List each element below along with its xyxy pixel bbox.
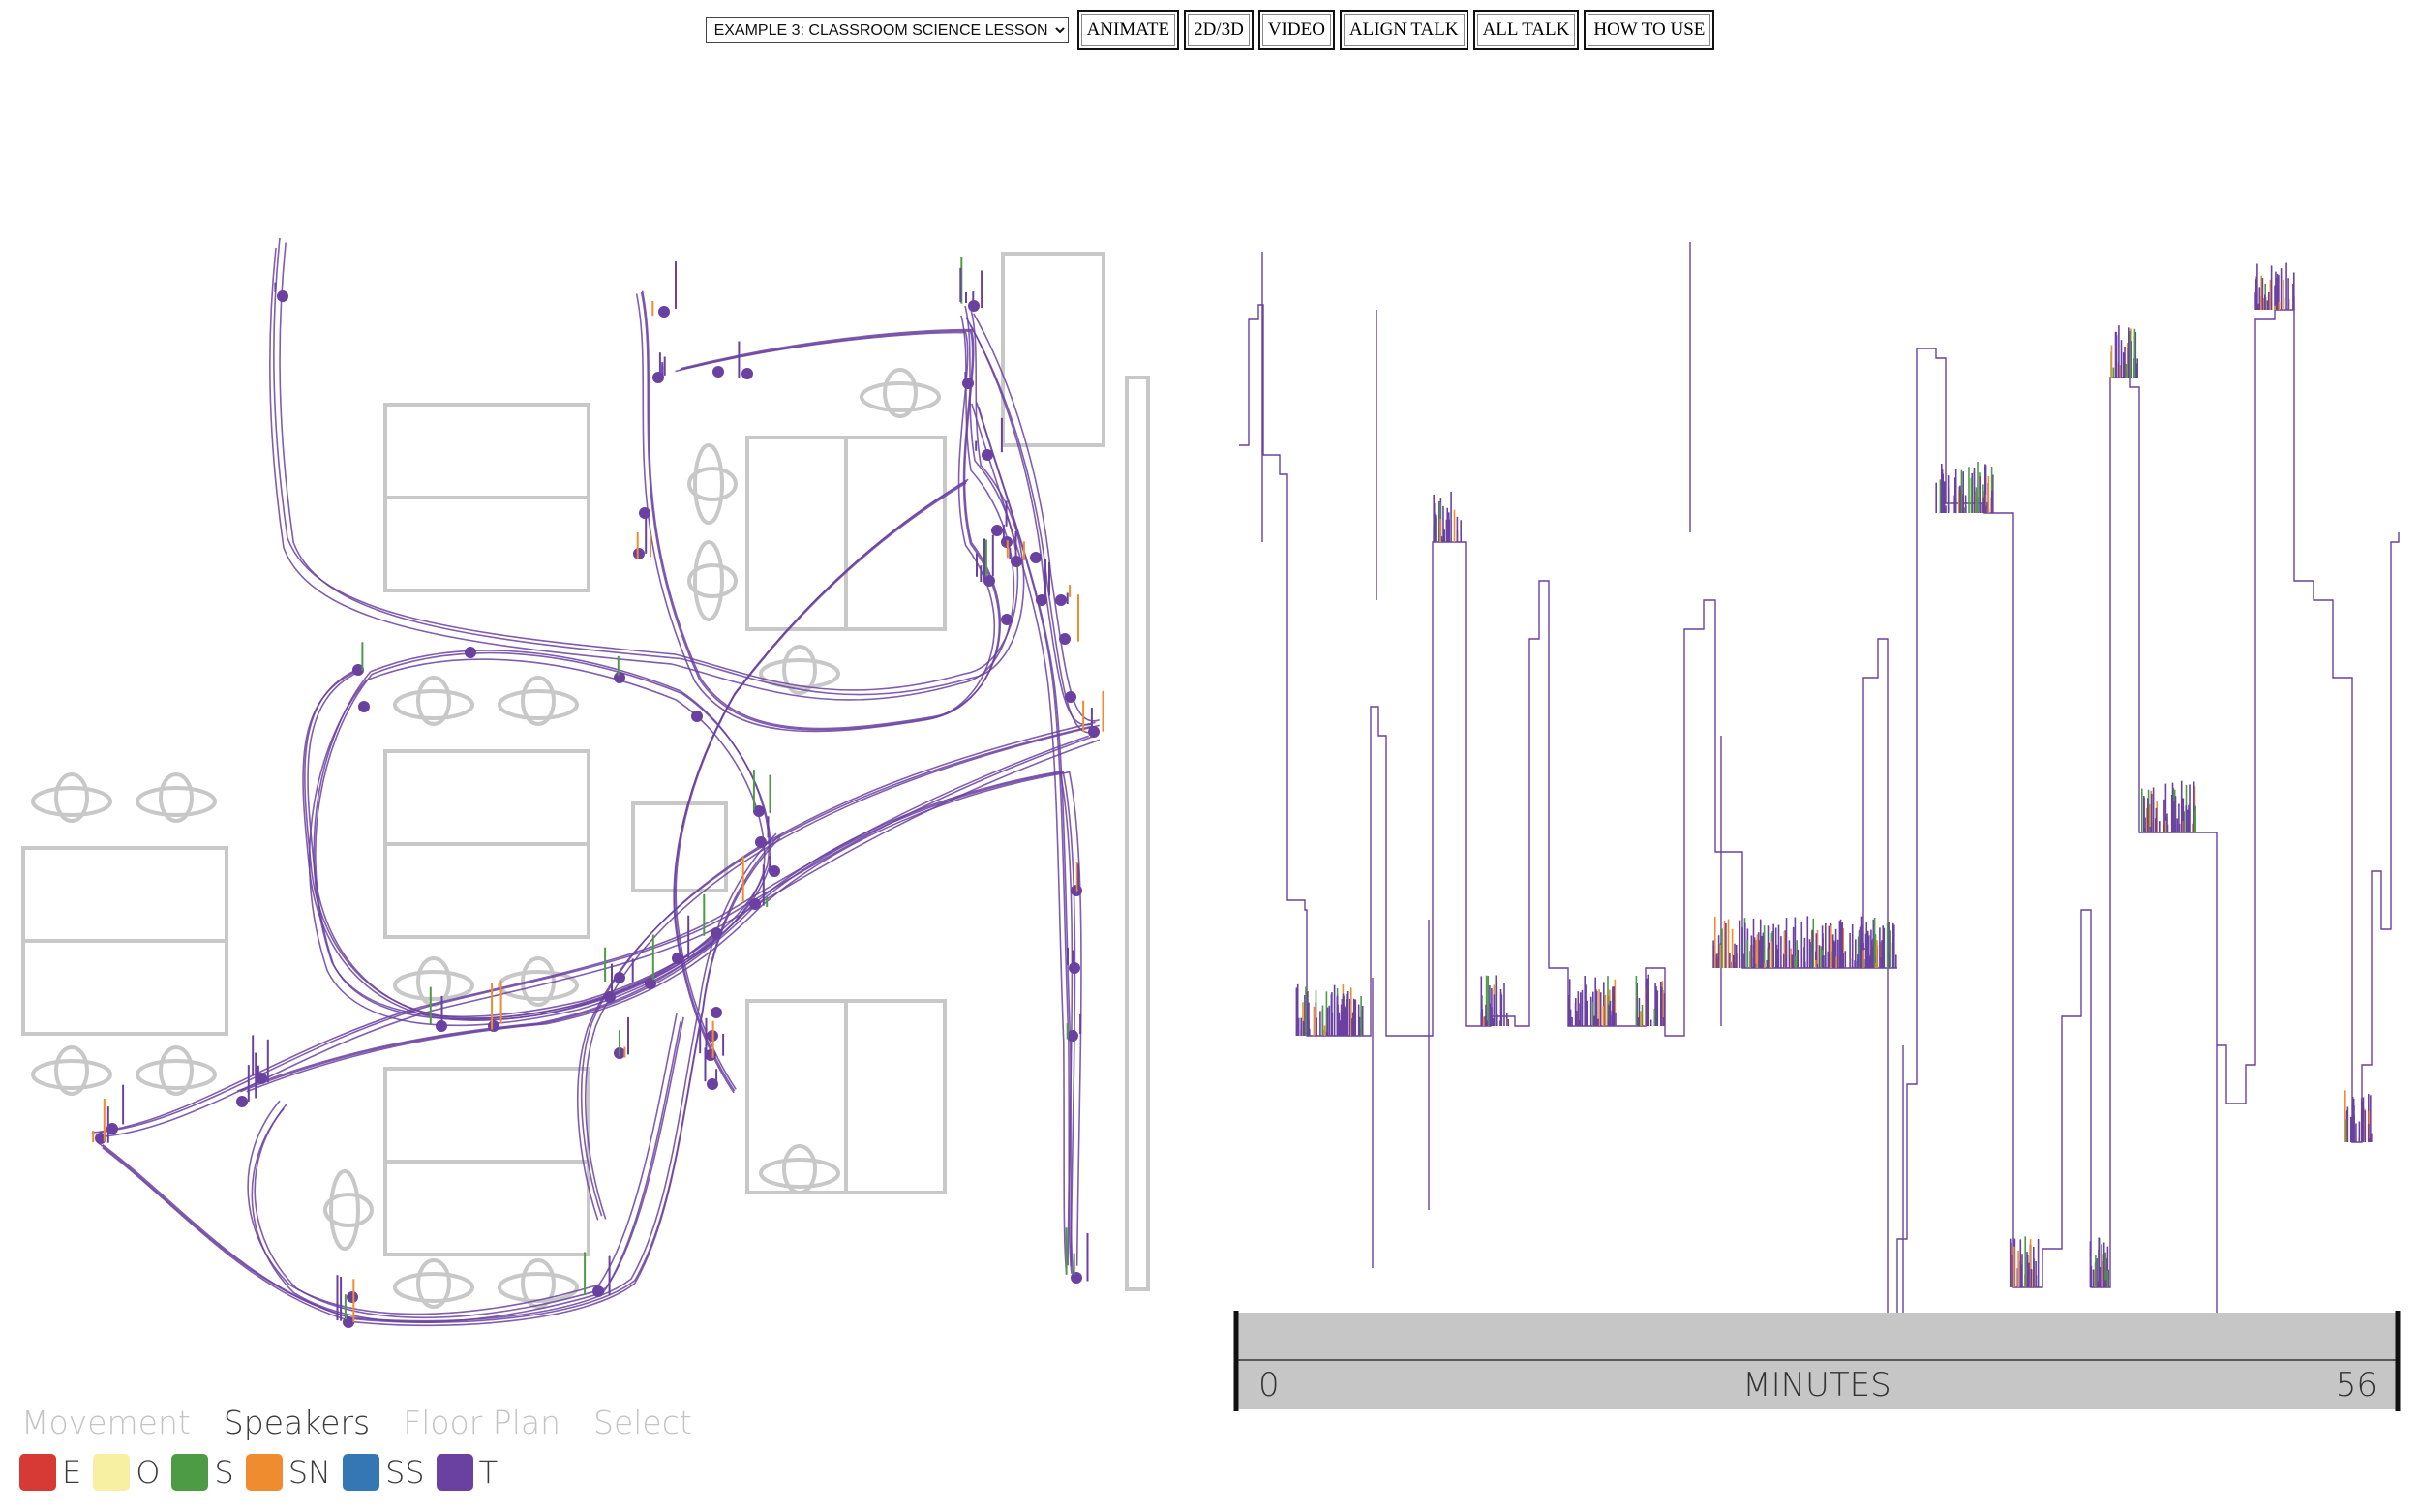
- speaker-t-toggle[interactable]: T: [436, 1454, 498, 1491]
- chair: [323, 1169, 374, 1251]
- speaker-swatch: [245, 1454, 283, 1491]
- stop-point: [982, 449, 993, 461]
- stop-point: [741, 368, 753, 379]
- stop-point: [465, 647, 476, 658]
- movement-path: [973, 313, 1100, 722]
- chair: [393, 676, 474, 726]
- stop-point: [1001, 614, 1013, 625]
- stop-point: [1030, 552, 1042, 563]
- stop-point: [755, 836, 767, 848]
- timeline-bar[interactable]: 0 MINUTES 56: [1233, 1311, 2401, 1411]
- stop-point: [1069, 962, 1080, 974]
- speaker-swatch: [93, 1454, 131, 1491]
- stop-point: [1071, 1272, 1082, 1284]
- stop-point: [962, 378, 974, 389]
- timeline-start-label: 0: [1258, 1366, 1280, 1405]
- stop-point: [592, 1285, 604, 1297]
- movement-path: [269, 247, 1015, 701]
- chair: [687, 540, 738, 621]
- speaker-swatch: [19, 1454, 56, 1491]
- tab-select[interactable]: Select: [593, 1404, 692, 1441]
- stop-point: [749, 898, 761, 910]
- stop-point: [347, 1291, 358, 1303]
- stop-point: [1065, 691, 1076, 703]
- movement-path: [313, 650, 771, 1017]
- stop-point: [236, 1096, 248, 1107]
- timeline-axis-label: MINUTES: [1742, 1366, 1891, 1405]
- stop-point: [711, 1007, 722, 1018]
- visualization-canvas[interactable]: 0 MINUTES 56: [0, 0, 2420, 1512]
- movement-paths: [91, 237, 1101, 1327]
- stop-point: [604, 991, 616, 1003]
- chair: [136, 1045, 217, 1096]
- movement-path: [102, 834, 781, 1323]
- whiteboard: [1125, 376, 1150, 1291]
- speaker-e-toggle[interactable]: E: [19, 1454, 81, 1491]
- tab-movement[interactable]: Movement: [21, 1404, 191, 1441]
- movement-path: [965, 317, 1093, 726]
- chairs: [31, 368, 941, 1309]
- stop-point: [488, 1020, 499, 1032]
- stop-point: [1055, 594, 1067, 606]
- stop-point: [1059, 633, 1071, 645]
- speaker-o-toggle[interactable]: O: [93, 1454, 160, 1491]
- chair: [136, 772, 217, 823]
- stop-point: [1088, 726, 1100, 738]
- speaker-s-toggle[interactable]: S: [171, 1454, 234, 1491]
- chair: [498, 956, 579, 1007]
- stop-point: [614, 672, 625, 683]
- stop-point: [633, 548, 645, 559]
- stop-point: [1067, 1030, 1078, 1042]
- speaker-swatch: [342, 1454, 379, 1491]
- stop-point: [645, 978, 656, 989]
- space-time-line: [1239, 304, 2400, 1317]
- space-time-talk: [1295, 262, 2373, 1287]
- tab-floor-plan[interactable]: Floor Plan: [403, 1404, 560, 1441]
- stop-point: [991, 525, 1003, 536]
- stop-point: [343, 1316, 354, 1328]
- chair: [860, 368, 941, 418]
- stop-point: [256, 1073, 267, 1084]
- stop-point: [658, 306, 670, 318]
- movement-path: [236, 771, 1074, 1266]
- timeline-end-label: 56: [2336, 1366, 2377, 1405]
- stop-point: [691, 711, 703, 722]
- stop-point: [358, 701, 370, 712]
- stop-point: [277, 290, 288, 302]
- speaker-ss-toggle[interactable]: SS: [342, 1454, 425, 1491]
- stop-point: [672, 953, 683, 964]
- stop-point: [639, 507, 650, 519]
- speaker-sn-toggle[interactable]: SN: [245, 1454, 331, 1491]
- chair: [759, 1144, 840, 1194]
- movement-path: [239, 771, 1076, 1266]
- chair: [687, 443, 738, 525]
- tab-speakers[interactable]: Speakers: [224, 1404, 370, 1441]
- space-time-path: [1239, 242, 2400, 1336]
- stop-point: [711, 927, 722, 939]
- chair: [31, 1045, 112, 1096]
- movement-path: [247, 1013, 678, 1315]
- speaker-swatch: [436, 1454, 473, 1491]
- stop-point: [712, 366, 724, 378]
- speaker-legend: E O S SN SS T: [19, 1454, 498, 1491]
- stop-point: [614, 972, 625, 983]
- movement-path: [102, 837, 781, 1327]
- chair: [498, 676, 579, 726]
- view-tabs: Movement Speakers Floor Plan Select: [21, 1404, 692, 1441]
- chair: [393, 1258, 474, 1309]
- speaker-swatch: [171, 1454, 209, 1491]
- movement-path: [675, 478, 969, 1090]
- chair: [31, 772, 112, 823]
- stop-points: [95, 290, 1100, 1328]
